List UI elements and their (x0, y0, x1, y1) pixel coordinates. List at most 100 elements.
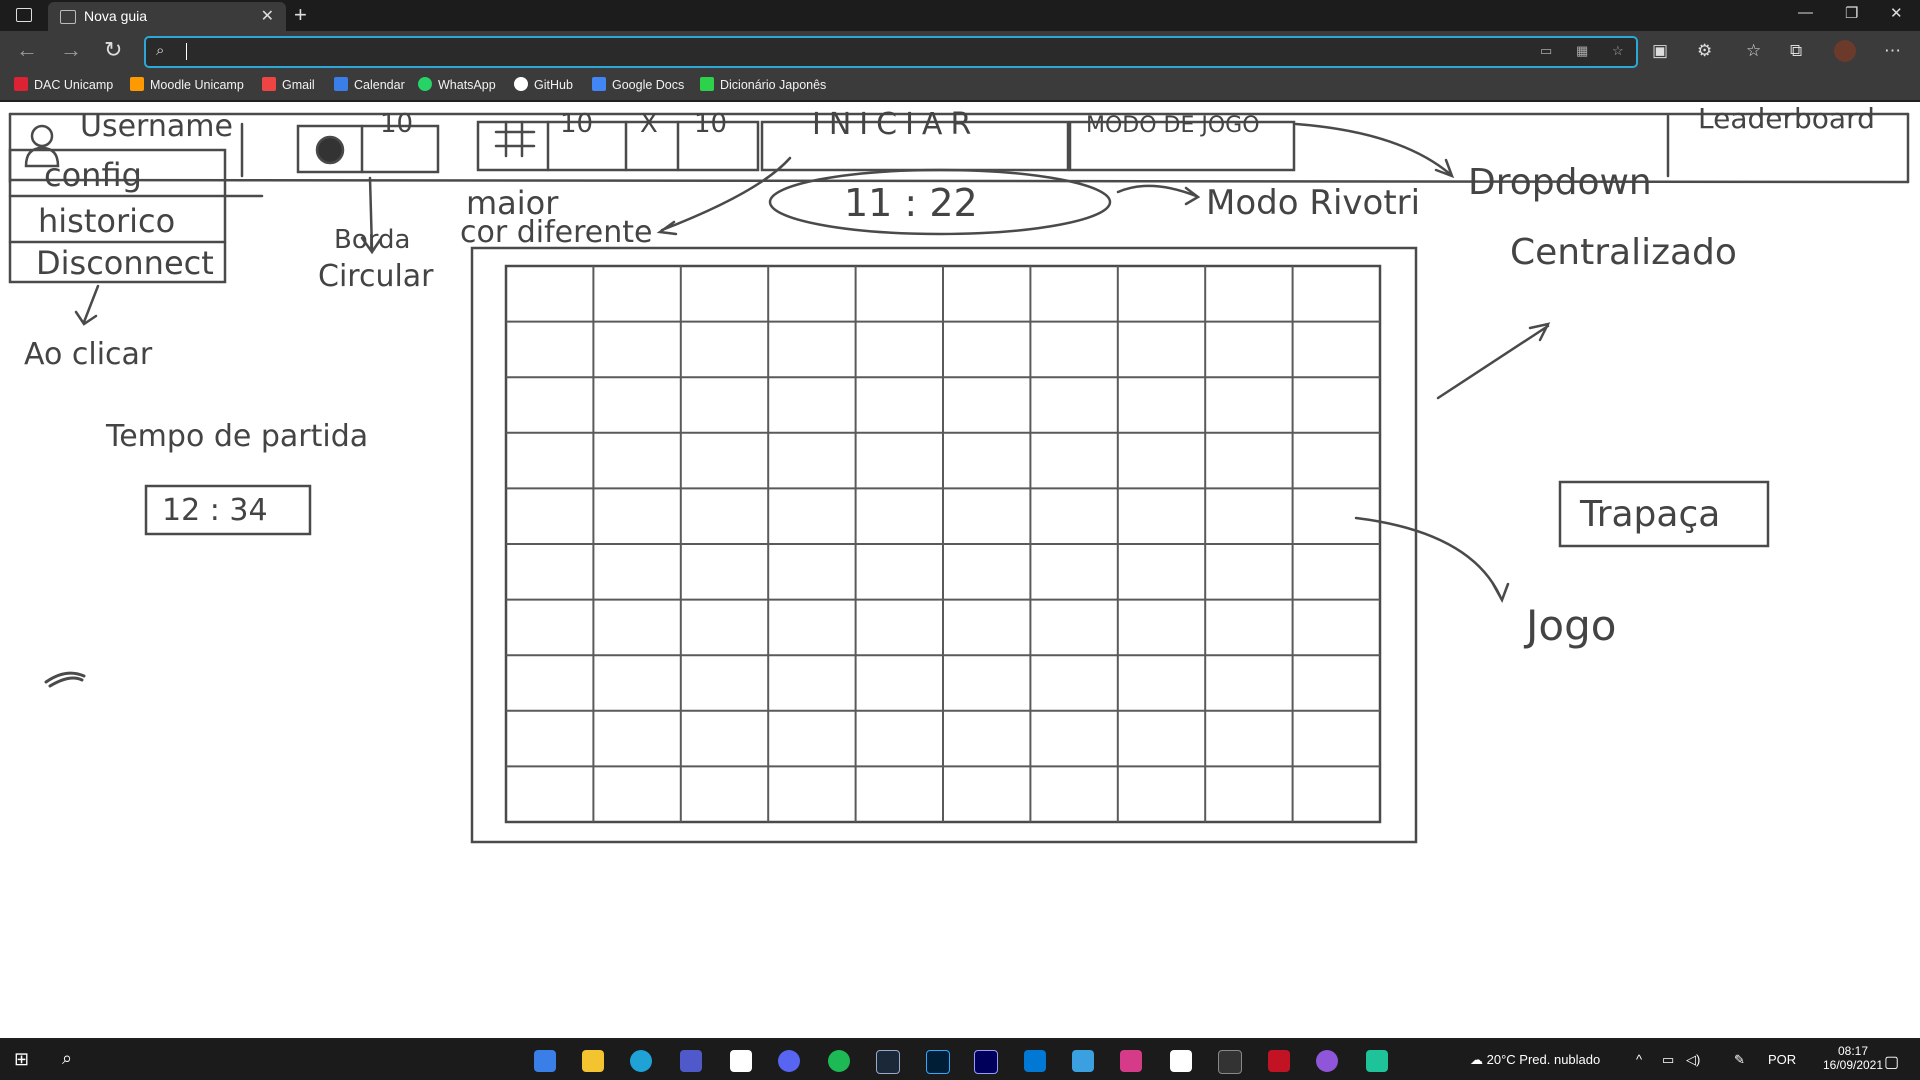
restore-icon[interactable]: ❐ (1845, 4, 1858, 22)
unity-hub-icon[interactable] (1218, 1050, 1242, 1074)
menu-config: config (44, 156, 142, 194)
bookmark-moodle-unicamp[interactable]: Moodle Unicamp (130, 77, 244, 92)
github-icon (514, 77, 528, 91)
search-icon: ⌕ (156, 42, 165, 59)
windows-taskbar: ⊞ ⌕ ☁ 20°C Pred. nublado ^ ▭ ◁) ✎ POR 08… (0, 1040, 1920, 1080)
cloud-icon: ☁ (1470, 1052, 1487, 1067)
weather-widget[interactable]: ☁ 20°C Pred. nublado (1470, 1052, 1600, 1068)
vscode-icon[interactable] (1024, 1050, 1046, 1072)
page-icon (60, 10, 76, 24)
text-caret (186, 43, 187, 60)
calendar-icon (334, 77, 348, 91)
tab-actions-icon[interactable] (16, 8, 32, 22)
docs-icon (592, 77, 606, 91)
teams-icon[interactable] (680, 1050, 702, 1072)
bomb-icon (315, 135, 345, 165)
spotify-icon[interactable] (828, 1050, 850, 1072)
close-tab-icon[interactable]: ✕ (261, 6, 274, 26)
favorites-icon[interactable]: ☆ (1746, 41, 1761, 61)
note-ao-clicar: Ao clicar (24, 337, 153, 372)
discord-icon[interactable] (778, 1050, 800, 1072)
close-window-icon[interactable]: ✕ (1890, 4, 1903, 22)
dictionary-icon (700, 77, 714, 91)
pen-icon[interactable]: ✎ (1734, 1052, 1745, 1068)
notion-icon[interactable] (730, 1050, 752, 1072)
collections-icon[interactable]: ⧉ (1790, 41, 1802, 61)
note-borda-1: Borda (334, 225, 410, 255)
read-aloud-icon[interactable]: ▭ (1540, 43, 1552, 59)
dac-icon (14, 77, 28, 91)
address-bar[interactable]: ⌕ ▭ ▦ ☆ (144, 36, 1638, 68)
note-borda-2: Circular (318, 259, 434, 294)
whatsapp-icon (418, 77, 432, 91)
language-indicator[interactable]: POR (1768, 1052, 1796, 1067)
bookmark-dac-unicamp[interactable]: DAC Unicamp (14, 77, 113, 92)
refresh-icon[interactable]: ↻ (104, 37, 122, 63)
username-label: Username (80, 109, 233, 144)
note-jogo: Jogo (1523, 601, 1616, 650)
game-grid (506, 266, 1380, 822)
browser-title-bar: Nova guia ✕ + — ❐ ✕ (0, 0, 1920, 31)
app-hexagon-icon[interactable] (1072, 1050, 1094, 1072)
clock[interactable]: 08:17 16/09/2021 (1818, 1044, 1888, 1072)
file-explorer-icon[interactable] (582, 1050, 604, 1072)
big-timer: 11 : 22 (844, 181, 978, 225)
taskbar-search-icon[interactable]: ⌕ (62, 1048, 72, 1069)
windows-start-icon[interactable]: ⊞ (14, 1049, 29, 1070)
extensions-icon[interactable]: ⚙ (1697, 41, 1712, 61)
volume-icon[interactable]: ◁) (1686, 1052, 1700, 1068)
note-modo-rivotri: Modo Rivotri (1206, 183, 1420, 223)
qr-icon[interactable]: ▦ (1576, 43, 1588, 59)
extension-k-icon[interactable]: ▣ (1652, 41, 1668, 61)
edge-icon[interactable] (630, 1050, 652, 1072)
tab-title: Nova guia (84, 8, 148, 24)
bookmark-dicionario-japones[interactable]: Dicionário Japonês (700, 77, 826, 92)
user-avatar-icon (30, 124, 54, 148)
sketch-canvas: Username 10 10 X 10 INICIAR MODO DE JOGO… (0, 102, 1920, 1038)
note-dropdown: Dropdown (1468, 162, 1652, 203)
more-icon[interactable]: ⋯ (1884, 41, 1901, 61)
bookmark-calendar[interactable]: Calendar (334, 77, 405, 92)
mode-label: MODO DE JOGO (1086, 113, 1260, 138)
grid-hash-icon (494, 120, 536, 158)
intellij-icon[interactable] (1120, 1050, 1142, 1072)
bookmarks-bar: DAC Unicamp Moodle Unicamp Gmail Calenda… (0, 70, 1920, 100)
tray-chevron-icon[interactable]: ^ (1636, 1052, 1642, 1067)
moodle-icon (130, 77, 144, 91)
tab-nova-guia[interactable]: Nova guia ✕ (48, 2, 286, 31)
gmail-icon (262, 77, 276, 91)
menu-disconnect: Disconnect (36, 244, 214, 282)
notifications-icon[interactable]: ▢ (1884, 1052, 1899, 1072)
back-icon[interactable]: ← (16, 37, 38, 63)
store-icon[interactable] (534, 1050, 556, 1072)
bookmark-google-docs[interactable]: Google Docs (592, 77, 684, 92)
profile-avatar[interactable] (1834, 40, 1856, 62)
note-centralizado: Centralizado (1510, 232, 1737, 273)
menu-historico: historico (38, 202, 175, 240)
android-studio-icon[interactable] (1366, 1050, 1388, 1072)
bookmark-whatsapp[interactable]: WhatsApp (418, 77, 496, 92)
github-desktop-icon[interactable] (1316, 1050, 1338, 1072)
bookmark-github[interactable]: GitHub (514, 77, 573, 92)
bookmark-gmail[interactable]: Gmail (262, 77, 315, 92)
rider-icon[interactable] (1268, 1050, 1290, 1072)
sketch-drawing: Username 10 10 X 10 INICIAR MODO DE JOGO… (8, 102, 1910, 844)
grid-height-label: 10 (694, 109, 727, 139)
note-maior-2: cor diferente (460, 215, 652, 250)
new-tab-icon[interactable]: + (294, 2, 307, 28)
grid-x-label: X (640, 109, 658, 139)
network-icon[interactable]: ▭ (1662, 1052, 1674, 1068)
small-timer: 12 : 34 (162, 493, 268, 528)
premiere-icon[interactable] (974, 1050, 998, 1074)
start-label: INICIAR (812, 107, 979, 142)
unity-icon[interactable] (1170, 1050, 1192, 1072)
cheat-label: Trapaça (1579, 494, 1720, 535)
bomb-count-label: 10 (380, 109, 413, 139)
forward-icon[interactable]: → (60, 37, 82, 63)
favorite-add-icon[interactable]: ☆ (1612, 43, 1624, 59)
note-tempo-partida: Tempo de partida (105, 419, 368, 454)
grid-width-label: 10 (560, 109, 593, 139)
minimize-icon[interactable]: — (1798, 4, 1813, 21)
photoshop-icon[interactable] (926, 1050, 950, 1074)
steam-icon[interactable] (876, 1050, 900, 1074)
